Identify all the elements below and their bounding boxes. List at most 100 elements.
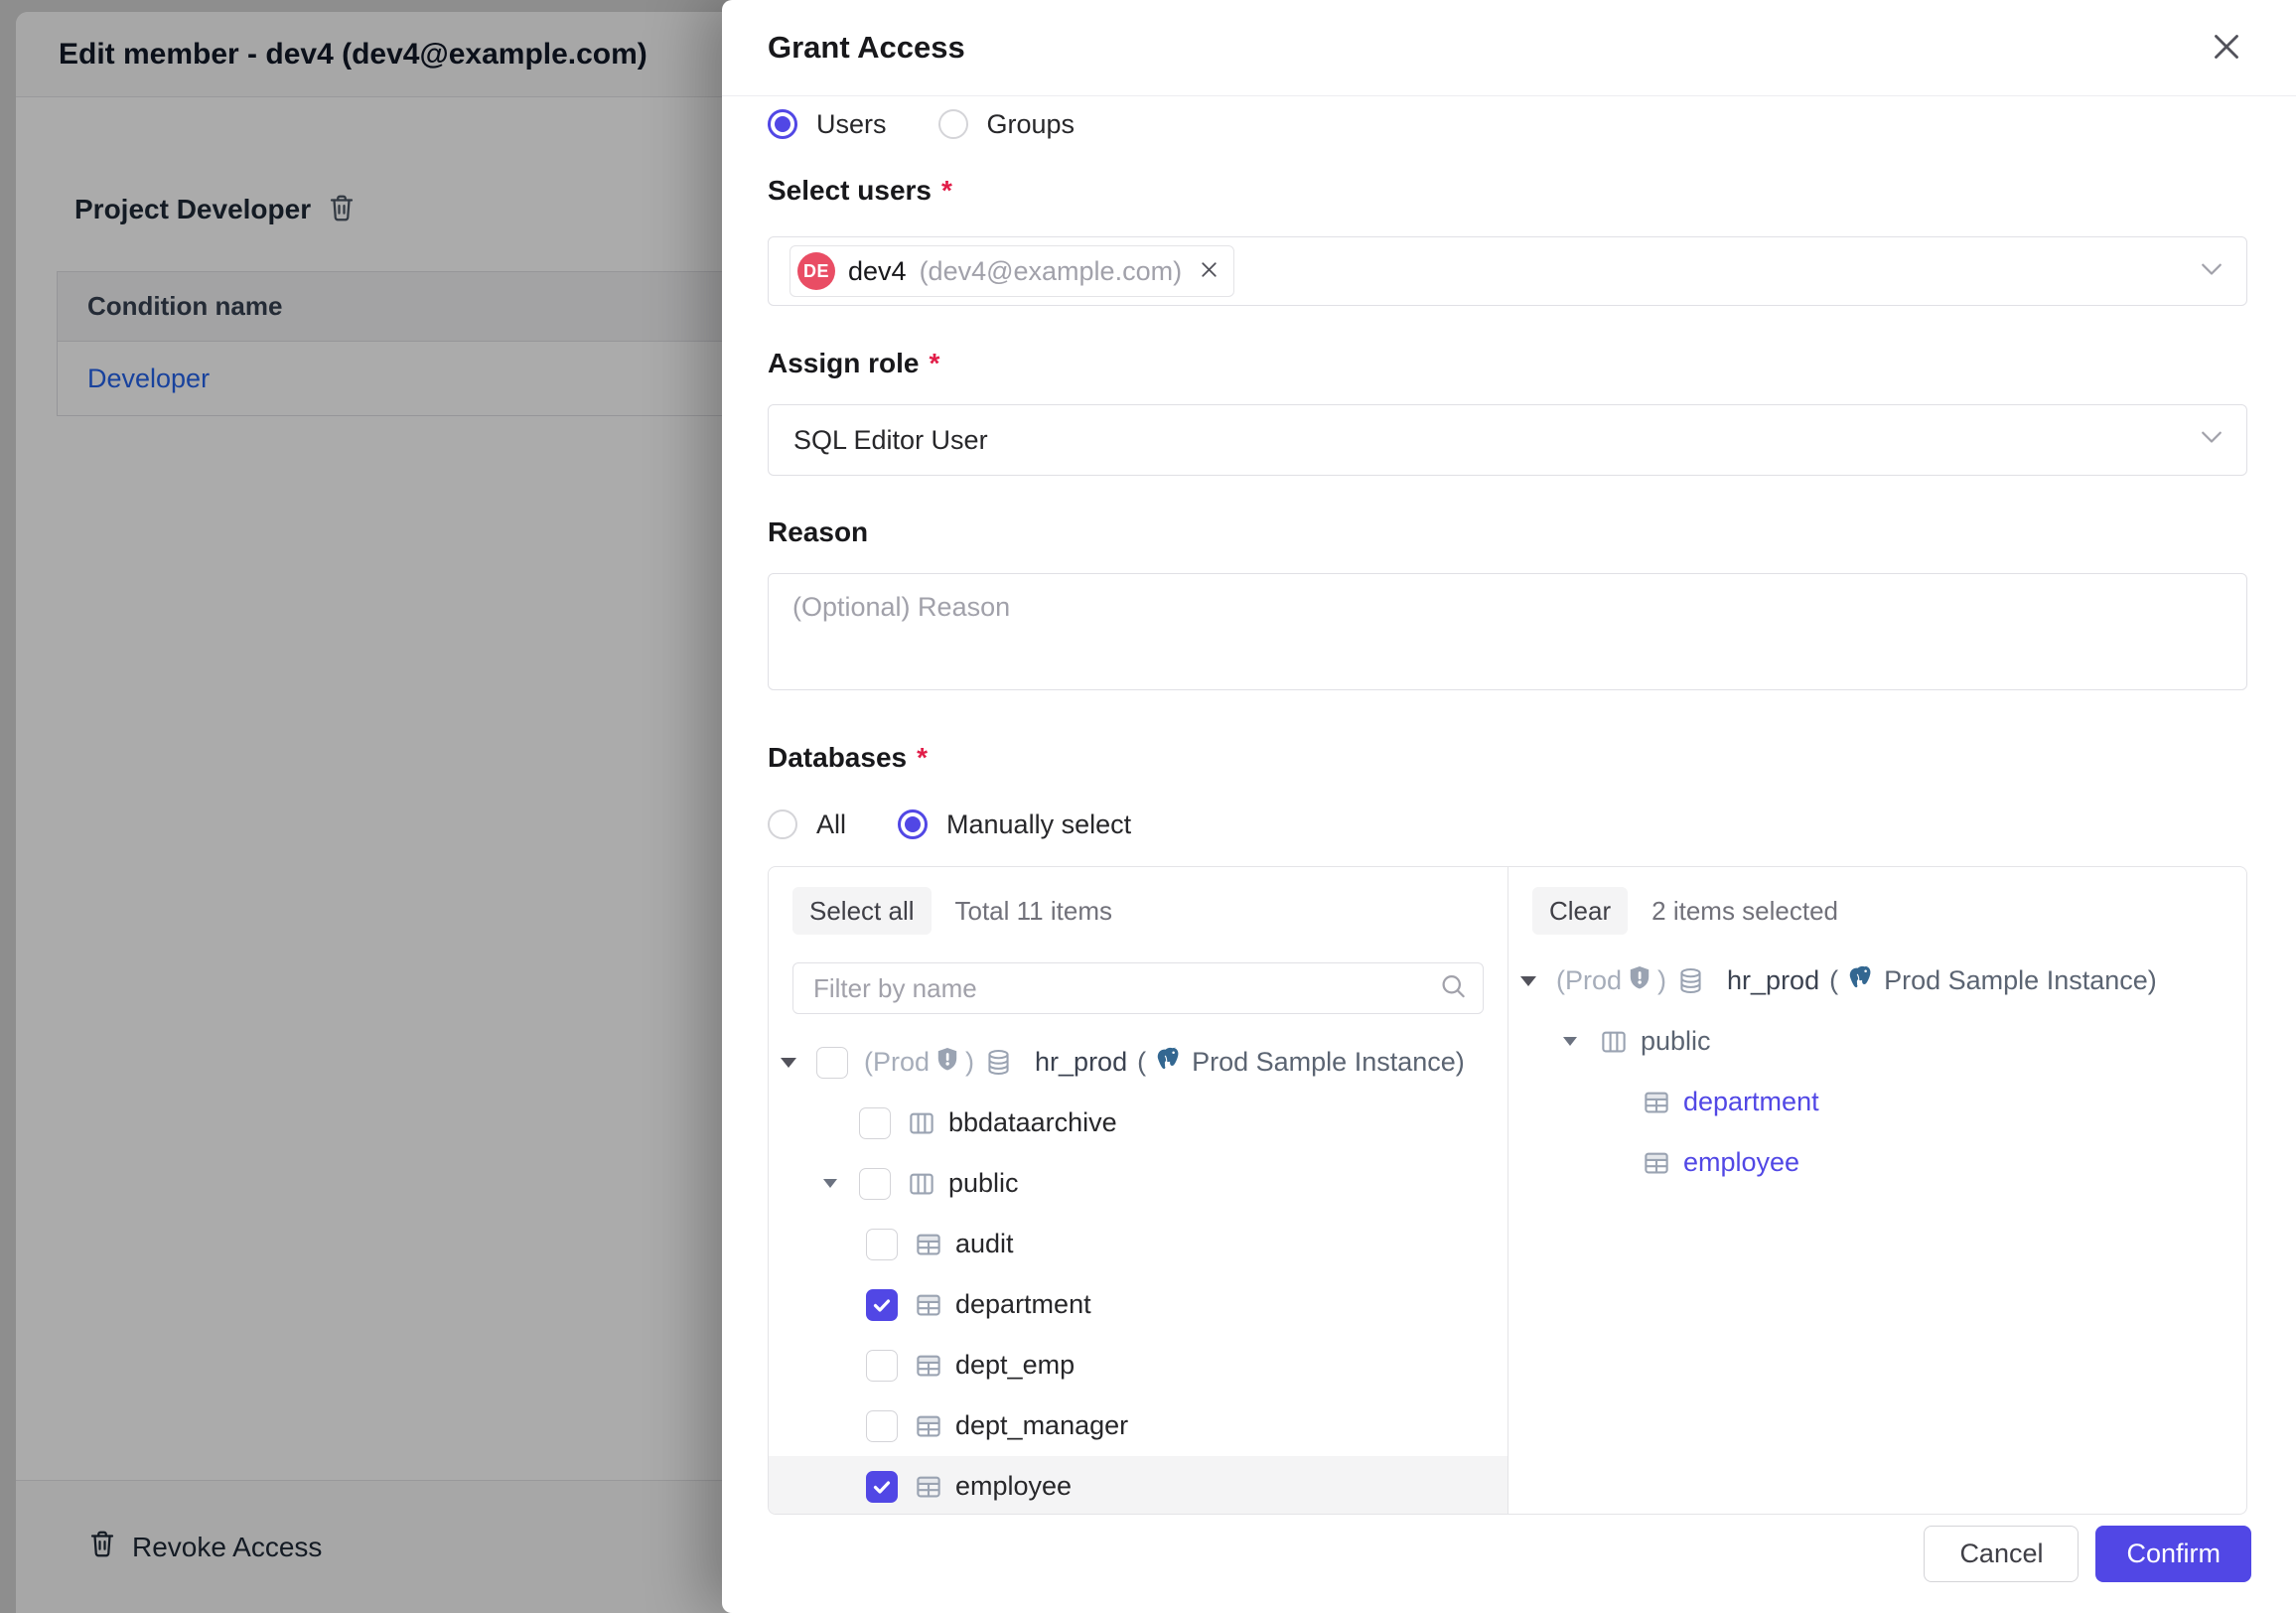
table-icon — [1642, 1148, 1671, 1178]
radio-users-control[interactable] — [768, 109, 797, 139]
source-pane: Select all Total 11 items (Prod) h — [769, 867, 1507, 1514]
caret-down-icon[interactable] — [1563, 1037, 1599, 1046]
tree-row-table-highlighted[interactable]: employee — [769, 1456, 1507, 1514]
database-icon — [984, 1048, 1013, 1077]
search-icon — [1438, 971, 1468, 1006]
tree-row-selected-table[interactable]: employee — [1508, 1132, 2246, 1193]
remove-icon — [1197, 257, 1221, 285]
selected-table-name: employee — [1683, 1147, 1799, 1178]
radio-users[interactable]: Users — [768, 109, 887, 140]
table-icon — [1642, 1088, 1671, 1117]
clear-button[interactable]: Clear — [1532, 887, 1628, 935]
caret-down-icon[interactable] — [1520, 976, 1556, 986]
tree-row-selected-table[interactable]: department — [1508, 1072, 2246, 1132]
assign-role-label: Assign role* — [768, 347, 2247, 380]
database-name: hr_prod — [1727, 965, 1819, 996]
checkbox[interactable] — [866, 1350, 898, 1382]
tree-row-table[interactable]: dept_emp — [769, 1335, 1507, 1395]
table-name: dept_emp — [955, 1350, 1075, 1381]
radio-manual-control[interactable] — [898, 809, 928, 839]
radio-all-databases[interactable]: All — [768, 809, 846, 840]
radio-all-label: All — [816, 809, 846, 840]
select-all-button[interactable]: Select all — [792, 887, 932, 935]
reason-input[interactable] — [768, 573, 2247, 690]
database-transfer-panel: Select all Total 11 items (Prod) h — [768, 866, 2247, 1515]
radio-groups-control[interactable] — [938, 109, 968, 139]
table-icon — [914, 1411, 943, 1441]
checkbox-checked[interactable] — [866, 1289, 898, 1321]
required-asterisk: * — [929, 347, 939, 380]
user-tag-email: (dev4@example.com) — [920, 256, 1183, 287]
schema-icon — [907, 1169, 936, 1199]
modal-title: Grant Access — [768, 30, 965, 66]
table-name: department — [955, 1289, 1091, 1320]
radio-all-control[interactable] — [768, 809, 797, 839]
tree-row-schema[interactable]: bbdataarchive — [769, 1093, 1507, 1153]
checkbox[interactable] — [859, 1168, 891, 1200]
source-tree: (Prod) hr_prod (Prod Sample Instance) bb… — [769, 1032, 1507, 1514]
checkbox[interactable] — [866, 1410, 898, 1442]
close-icon — [2209, 29, 2244, 68]
schema-name: public — [948, 1168, 1019, 1199]
radio-manual-label: Manually select — [946, 809, 1131, 840]
database-mode-radios: All Manually select — [768, 803, 2247, 846]
schema-name: bbdataarchive — [948, 1107, 1117, 1138]
total-items-label: Total 11 items — [955, 896, 1112, 927]
filter-input[interactable] — [792, 962, 1484, 1014]
table-name: dept_manager — [955, 1410, 1128, 1441]
table-icon — [914, 1351, 943, 1381]
user-tag: DE dev4 (dev4@example.com) — [789, 245, 1234, 297]
table-name: audit — [955, 1229, 1014, 1259]
confirm-button[interactable]: Confirm — [2095, 1526, 2251, 1582]
chevron-down-icon — [2197, 254, 2226, 289]
tree-row-database[interactable]: (Prod) hr_prod (Prod Sample Instance) — [769, 1032, 1507, 1093]
tree-row-table[interactable]: audit — [769, 1214, 1507, 1274]
checkbox-checked[interactable] — [866, 1471, 898, 1503]
close-button[interactable] — [2209, 29, 2244, 68]
required-asterisk: * — [941, 174, 952, 208]
radio-users-label: Users — [816, 109, 887, 140]
database-icon — [1676, 966, 1705, 995]
cancel-button[interactable]: Cancel — [1924, 1526, 2079, 1582]
selected-count-label: 2 items selected — [1651, 896, 1838, 927]
shield-icon — [1627, 964, 1652, 997]
schema-name: public — [1641, 1026, 1711, 1057]
grant-access-modal: Grant Access Users Groups Select users* … — [722, 0, 2296, 1613]
remove-user-button[interactable] — [1197, 257, 1221, 285]
chevron-down-icon — [2197, 422, 2226, 459]
user-tag-name: dev4 — [848, 256, 907, 287]
target-pane: Clear 2 items selected (Prod) hr_prod (P… — [1507, 867, 2246, 1514]
database-name: hr_prod — [1035, 1047, 1127, 1078]
table-icon — [914, 1472, 943, 1502]
shield-icon — [934, 1046, 960, 1079]
checkbox[interactable] — [816, 1047, 848, 1079]
radio-manually-select[interactable]: Manually select — [898, 809, 1131, 840]
table-name: employee — [955, 1471, 1072, 1502]
avatar: DE — [797, 252, 835, 290]
databases-label: Databases* — [768, 741, 2247, 775]
caret-down-icon[interactable] — [823, 1179, 859, 1188]
select-users-label: Select users* — [768, 174, 2247, 208]
table-icon — [914, 1290, 943, 1320]
tree-row-table[interactable]: dept_manager — [769, 1395, 1507, 1456]
tree-row-schema[interactable]: public — [769, 1153, 1507, 1214]
checkbox[interactable] — [859, 1107, 891, 1139]
select-users-field[interactable]: DE dev4 (dev4@example.com) — [768, 236, 2247, 306]
reason-label: Reason — [768, 515, 2247, 549]
tree-row-table[interactable]: department — [769, 1274, 1507, 1335]
principal-type-radios: Users Groups — [768, 102, 2247, 146]
schema-icon — [907, 1108, 936, 1138]
tree-row-schema[interactable]: public — [1508, 1011, 2246, 1072]
required-asterisk: * — [917, 741, 928, 775]
tree-row-database[interactable]: (Prod) hr_prod (Prod Sample Instance) — [1508, 951, 2246, 1011]
assign-role-select[interactable]: SQL Editor User — [768, 404, 2247, 476]
selected-table-name: department — [1683, 1087, 1819, 1117]
caret-down-icon[interactable] — [781, 1058, 816, 1068]
postgresql-icon — [1154, 1044, 1184, 1081]
radio-groups[interactable]: Groups — [938, 109, 1076, 140]
assign-role-value: SQL Editor User — [793, 425, 988, 456]
table-icon — [914, 1230, 943, 1259]
target-tree: (Prod) hr_prod (Prod Sample Instance) pu… — [1508, 951, 2246, 1193]
checkbox[interactable] — [866, 1229, 898, 1260]
radio-groups-label: Groups — [987, 109, 1076, 140]
